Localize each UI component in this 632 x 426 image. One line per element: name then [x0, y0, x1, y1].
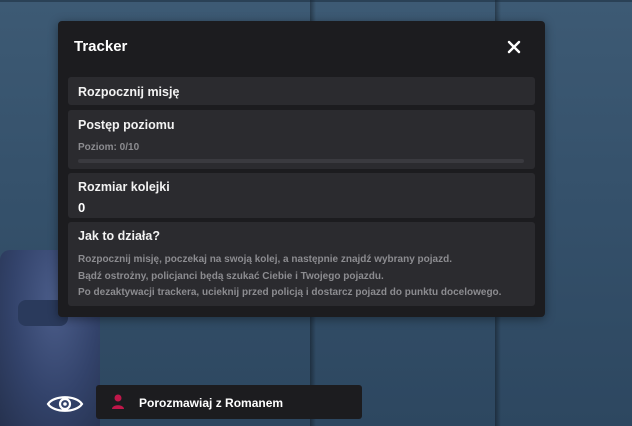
close-icon[interactable] [507, 40, 521, 54]
queue-size-card: Rozmiar kolejki 0 [68, 173, 535, 218]
scene-edge [0, 0, 632, 2]
queue-size-title: Rozmiar kolejki [78, 180, 170, 194]
how-it-works-line: Bądź ostrożny, policjanci będą szukać Ci… [78, 270, 384, 282]
how-it-works-text: Rozpocznij misję, poczekaj na swoją kole… [78, 252, 501, 302]
talk-to-roman-prompt[interactable]: Porozmawiaj z Romanem [96, 385, 362, 419]
level-progress-title: Postęp poziomu [78, 118, 175, 132]
level-progress-bar [78, 159, 524, 163]
tracker-title: Tracker [74, 38, 128, 55]
talk-to-roman-label: Porozmawiaj z Romanem [139, 396, 284, 410]
how-it-works-line: Po dezaktywacji trackera, ucieknij przed… [78, 287, 502, 298]
queue-size-value: 0 [78, 200, 86, 215]
level-progress-label: Poziom: 0/10 [78, 142, 140, 153]
level-progress-card: Postęp poziomu Poziom: 0/10 [68, 110, 535, 169]
how-it-works-title: Jak to działa? [78, 229, 160, 243]
start-mission-label: Rozpocznij misję [78, 85, 180, 99]
tracker-window: Tracker Rozpocznij misję Postęp poziomu … [58, 21, 545, 317]
how-it-works-card: Jak to działa? Rozpocznij misję, poczeka… [68, 222, 535, 306]
how-it-works-line: Rozpocznij misję, poczekaj na swoją kole… [78, 254, 452, 265]
person-icon [112, 394, 124, 409]
tracker-header: Tracker [58, 21, 545, 73]
eye-icon [46, 396, 84, 412]
start-mission-button[interactable]: Rozpocznij misję [68, 77, 535, 105]
